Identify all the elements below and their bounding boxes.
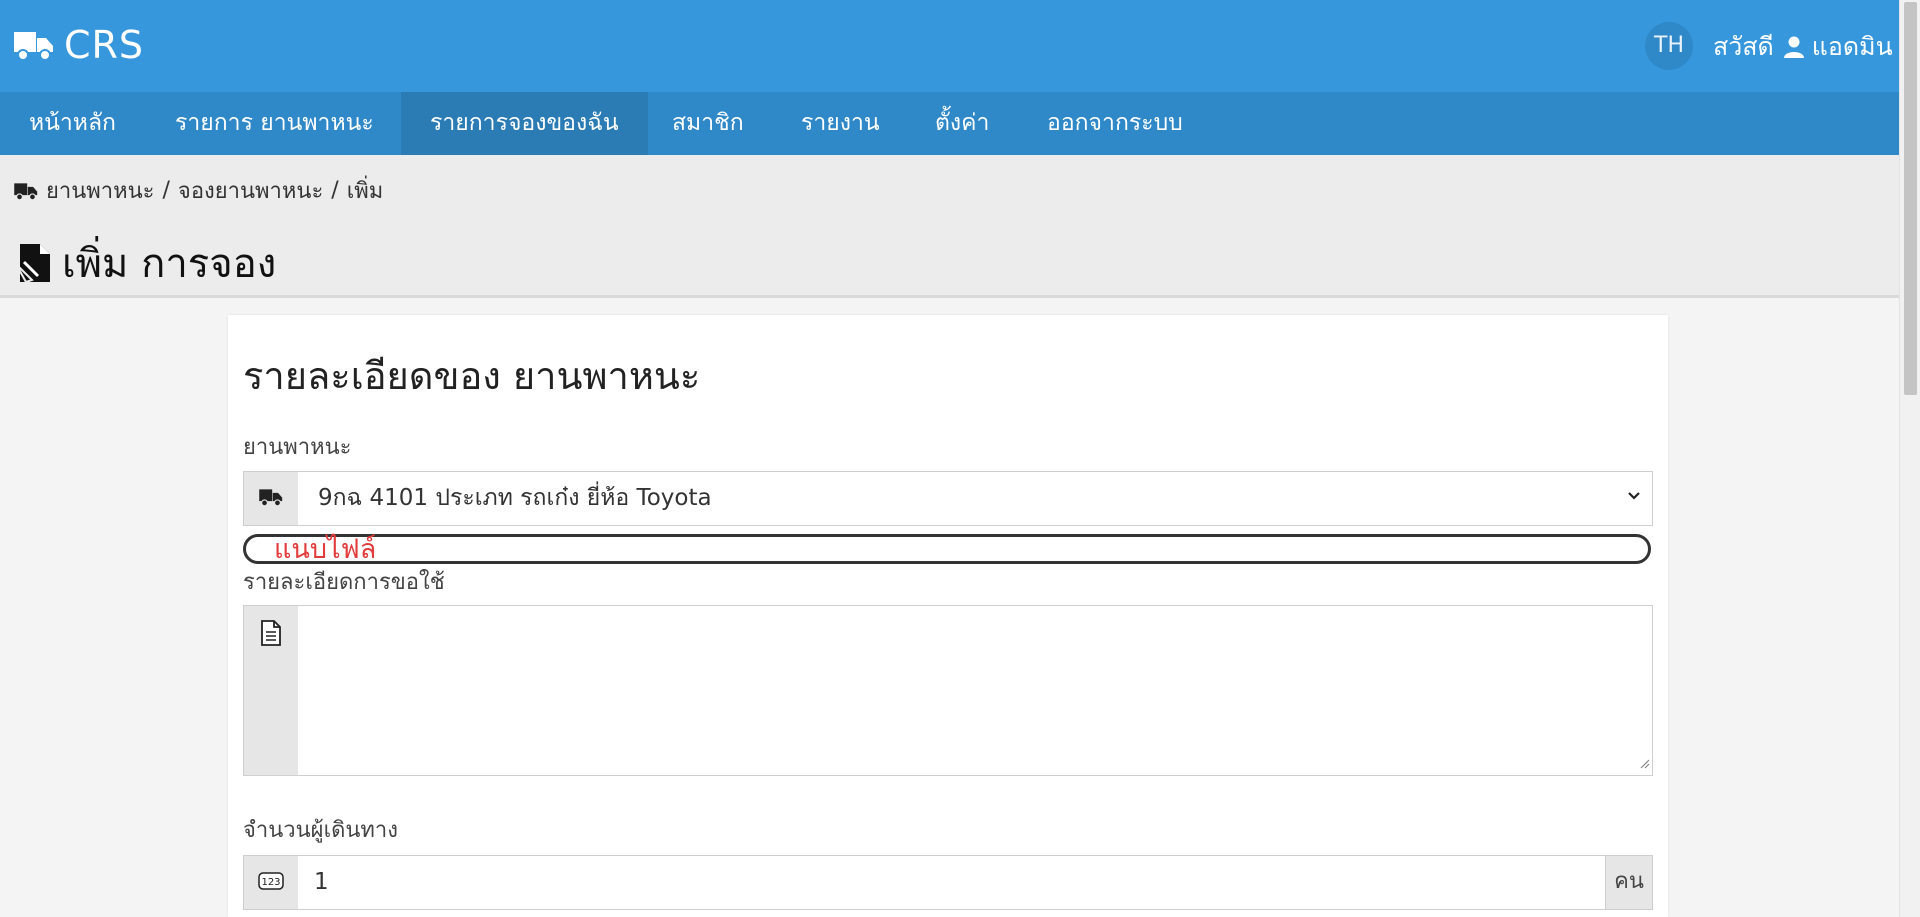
nav-vehicle-list[interactable]: รายการ ยานพาหนะ [146,92,403,155]
top-bar: CRS TH สวัสดี แอดมิน [0,0,1899,92]
user-icon [1783,36,1804,58]
main-nav: หน้าหลัก รายการ ยานพาหนะ รายการจองของฉัน… [0,92,1899,155]
passengers-unit: คน [1605,856,1652,909]
vehicle-select[interactable]: 9กฉ 4101 ประเภท รถเก๋ง ยี่ห้อ Toyota [243,471,1653,526]
breadcrumb-separator: / [162,178,170,203]
truck-icon [14,28,54,62]
passengers-value: 1 [314,869,329,895]
breadcrumb: ยานพาหนะ / จองยานพาหนะ / เพิ่ม [14,173,383,208]
vehicle-selected-value: 9กฉ 4101 ประเภท รถเก๋ง ยี่ห้อ Toyota [318,485,712,511]
detail-label: รายละเอียดการขอใช้ [243,570,445,595]
greeting-text: สวัสดี [1713,32,1774,61]
passengers-label: จำนวนผู้เดินทาง [243,818,399,843]
detail-textarea[interactable] [243,605,1653,776]
chevron-down-icon [1626,488,1642,508]
breadcrumb-separator: / [331,178,339,203]
nav-logout[interactable]: ออกจากระบบ [1018,92,1212,155]
vehicle-addon [244,472,298,525]
nav-home[interactable]: หน้าหลัก [0,92,145,155]
nav-reports[interactable]: รายงาน [772,92,909,155]
form-card: รายละเอียดของ ยานพาหนะ ยานพาหนะ 9กฉ 4101… [228,315,1668,917]
file-attach-input[interactable] [243,534,1651,564]
brand[interactable]: CRS [14,22,144,68]
brand-name: CRS [64,23,145,67]
language-switch[interactable]: TH [1645,22,1693,70]
file-text-icon [260,620,282,650]
nav-my-bookings[interactable]: รายการจองของฉัน [401,92,648,155]
svg-text:123: 123 [261,877,280,888]
nav-members[interactable]: สมาชิก [643,92,773,155]
scroll-thumb[interactable] [1904,2,1917,395]
nav-settings[interactable]: ตั้งค่า [906,92,1018,155]
page-title: เพิ่ม การจอง [14,231,276,295]
vehicle-label: ยานพาหนะ [243,435,352,460]
user-menu[interactable]: สวัสดี แอดมิน [1713,27,1893,67]
section-title: รายละเอียดของ ยานพาหนะ [243,354,701,398]
doc-edit-icon [14,242,54,284]
breadcrumb-booking[interactable]: จองยานพาหนะ [178,173,323,208]
number-icon: 123 [258,871,284,894]
breadcrumb-vehicles[interactable]: ยานพาหนะ [46,173,155,208]
page-title-text: เพิ่ม การจอง [62,241,277,287]
username: แอดมิน [1811,32,1893,61]
resize-handle[interactable] [1638,754,1650,773]
breadcrumb-add: เพิ่ม [346,179,384,204]
passengers-addon: 123 [244,856,298,909]
page-scrollbar[interactable] [1899,0,1920,917]
truck-icon [14,181,38,201]
truck-icon [258,487,284,511]
passengers-input[interactable]: 123 1 คน [243,855,1653,910]
detail-addon [244,606,298,775]
page-header: ยานพาหนะ / จองยานพาหนะ / เพิ่ม เพิ่ม การ… [0,155,1899,298]
